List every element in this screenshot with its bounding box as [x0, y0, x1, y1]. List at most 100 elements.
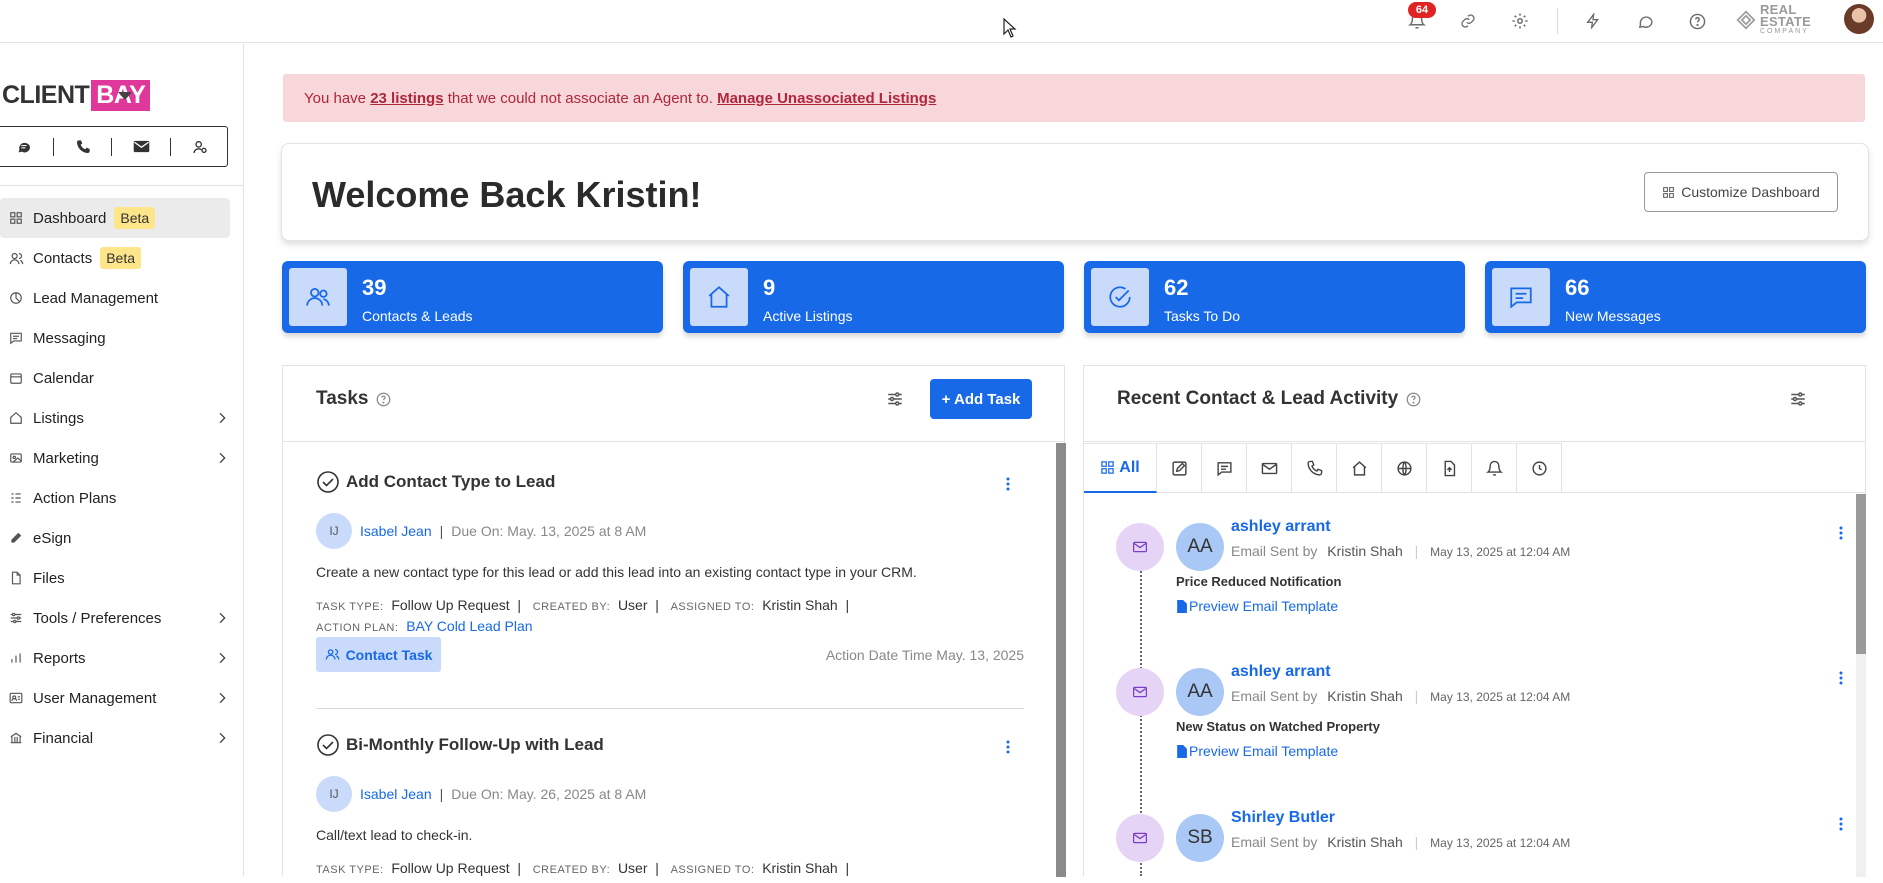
tab-history[interactable]: [1517, 443, 1562, 493]
task-title-text: Bi-Monthly Follow-Up with Lead: [346, 735, 604, 754]
preview-email-template-link[interactable]: Preview Email Template: [1176, 598, 1338, 614]
stat-card-active-listings[interactable]: 9 Active Listings: [683, 261, 1064, 333]
contact-avatar[interactable]: AA: [1176, 523, 1224, 571]
chevron-right-icon[interactable]: [214, 610, 230, 626]
sidebar-item-action-plans[interactable]: Action Plans: [0, 478, 230, 518]
created-by-label: CREATED BY:: [532, 601, 611, 613]
lightning-icon[interactable]: [1581, 9, 1605, 33]
filter-icon[interactable]: [886, 390, 904, 408]
unassociated-listings-alert: You have 23 listings that we could not a…: [283, 74, 1865, 122]
sidebar-item-label: Files: [33, 569, 65, 587]
chat-icon[interactable]: [1633, 9, 1657, 33]
sidebar-item-tools-preferences[interactable]: Tools / Preferences: [0, 598, 230, 638]
chevron-right-icon[interactable]: [214, 730, 230, 746]
stat-label: New Messages: [1565, 308, 1661, 324]
divider: [316, 708, 1024, 709]
user-avatar[interactable]: [1844, 4, 1874, 34]
sidebar-item-esign[interactable]: eSign: [0, 518, 230, 558]
sidebar-item-calendar[interactable]: Calendar: [0, 358, 230, 398]
more-options-icon[interactable]: [1833, 525, 1849, 541]
filter-icon[interactable]: [1789, 390, 1807, 408]
note-icon: [1171, 461, 1187, 476]
more-options-icon[interactable]: [1000, 476, 1016, 492]
chevron-right-icon[interactable]: [214, 450, 230, 466]
chevron-right-icon[interactable]: [214, 690, 230, 706]
divider: [53, 137, 55, 156]
sidebar-item-dashboard[interactable]: Dashboard Beta: [0, 198, 230, 238]
sidebar-item-contacts[interactable]: Contacts Beta: [0, 238, 230, 278]
sidebar-item-lead-management[interactable]: Lead Management: [0, 278, 230, 318]
help-icon[interactable]: [1685, 9, 1709, 33]
sidebar-item-label: Marketing: [33, 449, 99, 467]
sidebar-item-listings[interactable]: Listings: [0, 398, 230, 438]
link-icon[interactable]: [1456, 9, 1480, 33]
sidebar-item-reports[interactable]: Reports: [0, 638, 230, 678]
chevron-right-icon[interactable]: [214, 650, 230, 666]
page-title: Welcome Back Kristin!: [312, 174, 702, 215]
assignee-link[interactable]: Isabel Jean: [360, 786, 432, 802]
tools-icon: [8, 610, 24, 626]
contact-icon[interactable]: [190, 137, 210, 157]
chevron-right-icon[interactable]: [214, 410, 230, 426]
contact-name-link[interactable]: ashley arrant: [1231, 518, 1331, 536]
sidebar-item-financial[interactable]: Financial: [0, 718, 230, 758]
tab-all[interactable]: All: [1084, 443, 1157, 493]
sidebar-item-files[interactable]: Files: [0, 558, 230, 598]
contact-avatar[interactable]: SB: [1176, 814, 1224, 862]
activity-meta: Email Sent by Kristin Shah | May 13, 202…: [1231, 543, 1571, 559]
tab-listings[interactable]: [1337, 443, 1382, 493]
task-title[interactable]: Bi-Monthly Follow-Up with Lead: [316, 733, 604, 757]
sidebar-nav: Dashboard Beta Contacts Beta Lead Manage…: [0, 198, 230, 758]
chevron-down-icon[interactable]: [118, 92, 132, 100]
tab-files[interactable]: [1427, 443, 1472, 493]
mail-icon[interactable]: [131, 137, 151, 157]
activity-scrollbar-thumb[interactable]: [1856, 494, 1866, 654]
tasks-scrollbar-thumb[interactable]: [1056, 443, 1066, 877]
stat-label: Active Listings: [763, 308, 853, 324]
sidebar-item-marketing[interactable]: Marketing: [0, 438, 230, 478]
chat-icon[interactable]: [14, 137, 34, 157]
activity-meta: Email Sent by Kristin Shah | May 13, 202…: [1231, 688, 1571, 704]
contact-name-link[interactable]: ashley arrant: [1231, 663, 1331, 681]
action-plan-link[interactable]: BAY Cold Lead Plan: [406, 618, 532, 634]
sidebar-item-user-management[interactable]: User Management: [0, 678, 230, 718]
customize-dashboard-button[interactable]: Customize Dashboard: [1644, 172, 1838, 212]
activity-filter-tabs: All: [1084, 443, 1865, 493]
more-options-icon[interactable]: [1833, 816, 1849, 832]
manage-unassociated-listings-link[interactable]: Manage Unassociated Listings: [717, 90, 936, 107]
mouse-cursor-icon: [1003, 18, 1017, 38]
stat-card-contacts-leads[interactable]: 39 Contacts & Leads: [282, 261, 663, 333]
more-options-icon[interactable]: [1000, 739, 1016, 755]
tab-chat[interactable]: [1202, 443, 1247, 493]
tab-calls[interactable]: [1292, 443, 1337, 493]
task-title[interactable]: Add Contact Type to Lead: [316, 470, 555, 494]
people-icon: [325, 648, 339, 660]
action-plan-label: ACTION PLAN:: [316, 622, 399, 634]
customize-dashboard-label: Customize Dashboard: [1681, 184, 1820, 200]
sidebar-item-messaging[interactable]: Messaging: [0, 318, 230, 358]
financial-icon: [8, 730, 24, 746]
stat-card-new-messages[interactable]: 66 New Messages: [1485, 261, 1866, 333]
stat-label: Contacts & Leads: [362, 308, 473, 324]
listings-count-link[interactable]: 23 listings: [370, 90, 443, 107]
contact-avatar[interactable]: AA: [1176, 668, 1224, 716]
contact-task-tag[interactable]: Contact Task: [316, 637, 441, 672]
tab-notifications[interactable]: [1472, 443, 1517, 493]
stat-card-tasks-to-do[interactable]: 62 Tasks To Do: [1084, 261, 1465, 333]
phone-icon[interactable]: [73, 137, 93, 157]
house-icon: [690, 268, 748, 326]
assignee-link[interactable]: Isabel Jean: [360, 523, 432, 539]
beta-badge: Beta: [114, 207, 156, 229]
tab-web[interactable]: [1382, 443, 1427, 493]
add-task-button[interactable]: + Add Task: [930, 379, 1032, 419]
tab-email[interactable]: [1247, 443, 1292, 493]
grid-icon: [1101, 461, 1115, 474]
preview-email-template-link[interactable]: Preview Email Template: [1176, 743, 1338, 759]
more-options-icon[interactable]: [1833, 670, 1849, 686]
tasks-title-text: Tasks: [316, 388, 369, 409]
tab-notes[interactable]: [1157, 443, 1202, 493]
gear-icon[interactable]: [1508, 9, 1532, 33]
contact-name-link[interactable]: Shirley Butler: [1231, 809, 1335, 827]
task-meta: IJ Isabel Jean | Due On: May. 26, 2025 a…: [316, 776, 646, 812]
email-subject: Price Reduced Notification: [1176, 574, 1342, 589]
